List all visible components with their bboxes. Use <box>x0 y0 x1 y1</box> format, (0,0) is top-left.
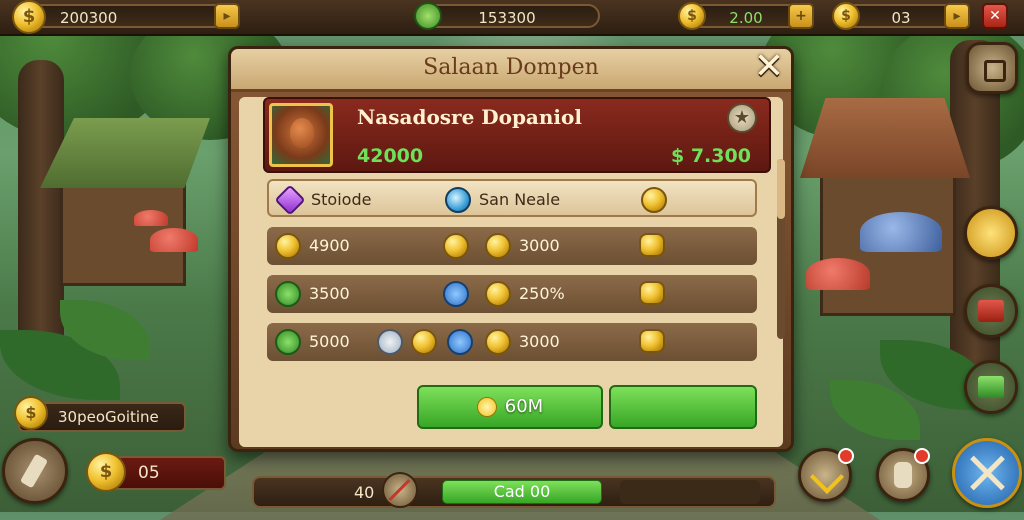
row-label-b: 3000 <box>519 236 560 255</box>
gold-add-button[interactable]: ▸ <box>214 3 240 29</box>
row-label-a: 4900 <box>309 236 350 255</box>
gem-value: 153300 <box>478 9 536 27</box>
coin-icon <box>641 187 667 213</box>
coin-icon: $ <box>678 2 706 30</box>
character-icon <box>894 462 912 488</box>
bottom-green-button[interactable]: Cad 00 <box>442 480 602 504</box>
hammer-icon <box>19 453 49 489</box>
coin-stack-icon <box>639 233 665 257</box>
count-value: 03 <box>891 9 911 27</box>
dialog-scrollbar[interactable] <box>777 159 785 339</box>
merchant-portrait <box>269 103 333 167</box>
coin-counter-value: 05 <box>138 463 160 483</box>
mushroom <box>150 228 198 252</box>
merchant-right-value: $ 7.300 <box>671 145 751 167</box>
coin-icon: $ <box>86 452 126 492</box>
coin-icon <box>411 329 437 355</box>
hut-roof-right <box>800 98 970 178</box>
dialog-header: Salaan Dompen <box>231 49 791 92</box>
merchant-face <box>290 118 314 148</box>
row-label-b: San Neale <box>479 190 561 209</box>
confirm-label: 60M <box>504 396 544 417</box>
potion-icon <box>377 329 403 355</box>
blue-shell-icon <box>445 187 471 213</box>
bottom-slot <box>620 480 760 504</box>
coin-icon <box>485 281 511 307</box>
green-crate-icon <box>978 376 1004 398</box>
merchant-name: Nasadosre Dopaniol <box>357 105 582 129</box>
trade-row[interactable]: Stoiode San Neale <box>267 179 757 217</box>
gold-shop-button[interactable] <box>964 206 1018 260</box>
bottom-button-label: Cad 00 <box>493 482 551 501</box>
slash-mark <box>388 479 411 501</box>
crafting-button[interactable] <box>2 438 68 504</box>
blue-gear-icon <box>443 281 469 307</box>
count-add-button[interactable]: ▸ <box>944 3 970 29</box>
coin-icon <box>275 233 301 259</box>
trade-row[interactable]: 3500 250% <box>267 275 757 313</box>
confirm-button[interactable]: 60M <box>417 385 603 429</box>
dialog-title: Salaan Dompen <box>423 55 599 80</box>
purple-gem-icon <box>274 184 306 216</box>
tree-trunk <box>18 60 64 360</box>
leaf-icon <box>414 2 442 30</box>
close-icon[interactable]: ✕ <box>982 3 1008 29</box>
row-label-b: 3000 <box>519 332 560 351</box>
top-resource-bar: 200300 $ ▸ 153300 2.00 $ + 03 $ ▸ ✕ <box>0 0 1024 36</box>
notification-badge <box>914 448 930 464</box>
attack-button[interactable] <box>952 438 1022 508</box>
coin-stack-icon <box>639 329 665 353</box>
row-label-b: 250% <box>519 284 565 303</box>
bottom-left-value: 40 <box>354 483 375 502</box>
red-chest-icon <box>978 300 1004 322</box>
row-label-a: Stoiode <box>311 190 372 209</box>
notification-badge <box>838 448 854 464</box>
merchant-left-value: 42000 <box>357 145 424 167</box>
mushroom <box>860 212 942 252</box>
inventory-button[interactable] <box>966 42 1018 94</box>
coins-value: 2.00 <box>729 9 763 27</box>
bulb-icon <box>476 397 497 417</box>
trade-dialog: Salaan Dompen ✕ Nasadosre Dopaniol 42000… <box>228 46 794 452</box>
clover-icon <box>275 281 301 307</box>
chest-button[interactable] <box>964 284 1018 338</box>
mushroom <box>806 258 870 290</box>
no-entry-icon <box>382 472 418 508</box>
star-icon[interactable]: ★ <box>727 103 757 133</box>
coin-icon <box>485 329 511 355</box>
bottom-action-bar: 40 Cad 00 <box>252 472 776 508</box>
trade-row[interactable]: 5000 3000 <box>267 323 757 361</box>
coin-icon: $ <box>832 2 860 30</box>
blue-gear-icon <box>447 329 473 355</box>
row-label-a: 5000 <box>309 332 350 351</box>
scrollbar-thumb[interactable] <box>777 159 785 219</box>
row-label-a: 3500 <box>309 284 350 303</box>
gold-counter: 200300 <box>26 4 240 28</box>
coin-icon <box>443 233 469 259</box>
coin-icon: $ <box>14 396 48 430</box>
mushroom <box>134 210 168 226</box>
trade-row[interactable]: 4900 3000 <box>267 227 757 265</box>
crate-button[interactable] <box>964 360 1018 414</box>
clover-icon <box>275 329 301 355</box>
check-icon <box>810 460 844 494</box>
coin-stack-icon <box>639 281 665 305</box>
coin-icon <box>485 233 511 259</box>
gold-coin-icon: $ <box>12 0 46 34</box>
secondary-green-button[interactable] <box>609 385 757 429</box>
coins-add-button[interactable]: + <box>788 3 814 29</box>
dialog-close-button[interactable]: ✕ <box>749 47 789 87</box>
box-icon <box>984 60 1006 82</box>
status-label: 30peoGoitine <box>58 408 159 426</box>
gold-value: 200300 <box>60 9 118 27</box>
